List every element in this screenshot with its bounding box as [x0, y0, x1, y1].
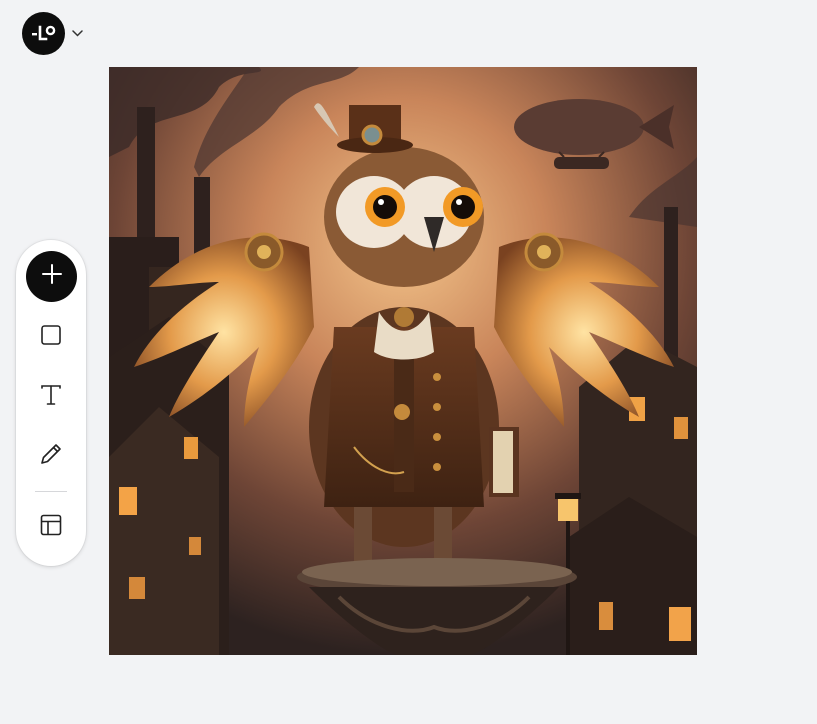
- tool-palette: [16, 240, 86, 566]
- template-tool-button[interactable]: [26, 502, 76, 552]
- square-icon: [40, 324, 62, 351]
- draw-tool-button[interactable]: [26, 431, 76, 481]
- shape-tool-button[interactable]: [26, 312, 76, 362]
- text-icon: [39, 383, 63, 412]
- add-button[interactable]: [26, 251, 77, 302]
- pencil-icon: [38, 441, 64, 472]
- app-root: [0, 0, 817, 724]
- chevron-down-icon: [72, 28, 84, 40]
- brand-logo-icon: [22, 12, 65, 55]
- layout-icon: [39, 513, 63, 542]
- plus-icon: [41, 263, 63, 290]
- canvas-image[interactable]: [109, 67, 697, 655]
- logo-menu-button[interactable]: [22, 12, 86, 55]
- toolbar-divider: [35, 491, 67, 492]
- text-tool-button[interactable]: [26, 372, 76, 422]
